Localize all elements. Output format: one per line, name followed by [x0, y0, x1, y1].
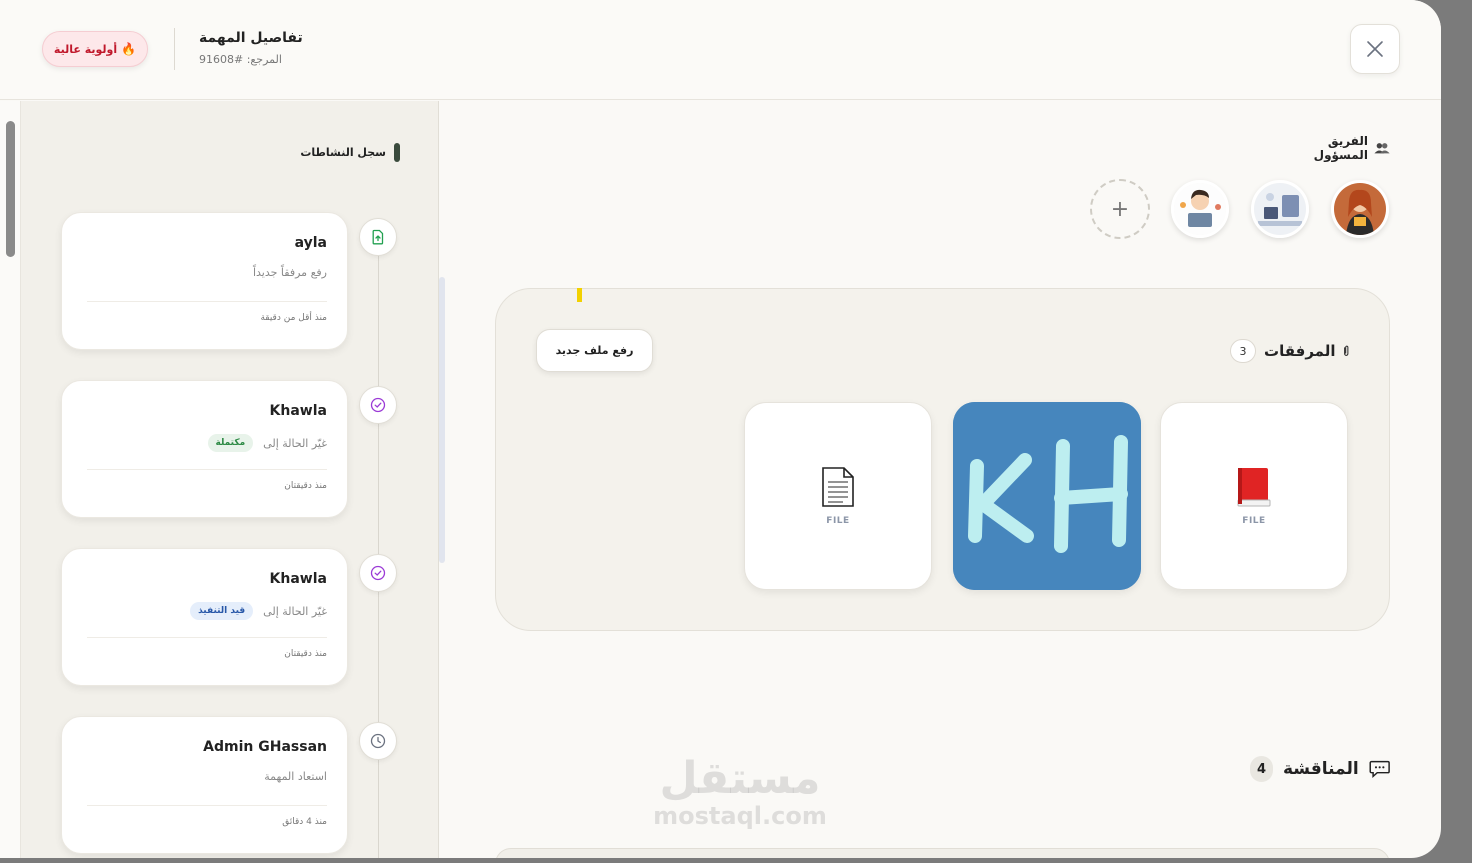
chat-bubble-icon: [1369, 760, 1390, 779]
team-icon: [1374, 143, 1390, 154]
team-section-title: الفريق المسؤول: [1280, 134, 1390, 162]
modal-header: 🔥 أولوية عالية تفاصيل المهمة المرجع: #91…: [0, 0, 1441, 100]
attachment-file[interactable]: FILE: [744, 402, 932, 590]
activity-item: ayla رفع مرفقاً جديداً منذ أقل من دقيقة: [61, 212, 348, 350]
priority-label: أولوية عالية: [53, 42, 118, 56]
clock-icon: [359, 722, 397, 760]
task-reference: المرجع: #91608: [199, 53, 282, 66]
activity-action: استعاد المهمة: [264, 770, 327, 783]
red-book-icon: [1237, 468, 1271, 507]
document-icon: [822, 467, 854, 507]
check-circle-icon: [359, 554, 397, 592]
scrollbar-track[interactable]: [0, 101, 21, 858]
task-details-modal: 🔥 أولوية عالية تفاصيل المهمة المرجع: #91…: [0, 0, 1441, 858]
avatar[interactable]: [1251, 180, 1309, 238]
attachments-title: المرفقات 3: [1230, 338, 1350, 364]
activity-time: منذ 4 دقائق: [282, 817, 327, 827]
page-title: تفاصيل المهمة: [199, 30, 303, 46]
discussion-count: 4: [1250, 756, 1273, 782]
paperclip-icon: [1344, 345, 1349, 356]
activity-item: Khawla غيّر الحالة إلى مكتملة منذ دقيقتا…: [61, 380, 348, 518]
discussion-input-area[interactable]: [495, 848, 1390, 858]
focus-marker: [577, 288, 582, 302]
divider: [87, 637, 327, 638]
file-type-label: FILE: [1242, 516, 1266, 526]
discussion-title: المناقشة 4: [1250, 754, 1390, 784]
watermark-latin: mostaql.com: [653, 802, 827, 830]
activity-action: غيّر الحالة إلى مكتملة: [207, 434, 327, 452]
status-badge: قيد التنفيذ: [190, 602, 254, 620]
activity-user: Khawla: [269, 403, 327, 419]
title-accent-bar: [394, 142, 400, 162]
divider: [87, 469, 327, 470]
activity-user: Admin GHassan: [203, 739, 327, 755]
divider: [87, 805, 327, 806]
content-scrollbar[interactable]: [439, 277, 445, 563]
file-upload-icon: [359, 218, 397, 256]
priority-badge: 🔥 أولوية عالية: [42, 31, 148, 67]
avatar[interactable]: [1331, 180, 1389, 238]
attachment-file[interactable]: FILE: [1160, 402, 1348, 590]
divider: [87, 301, 327, 302]
status-badge: مكتملة: [207, 434, 254, 452]
attachments-label: المرفقات: [1264, 342, 1336, 360]
activity-action-text: استعاد المهمة: [264, 770, 327, 783]
watermark-arabic: مستقل: [659, 753, 821, 804]
header-divider: [174, 28, 175, 70]
timeline-line: [378, 236, 379, 858]
attachment-image[interactable]: [953, 402, 1141, 590]
add-member-button[interactable]: +: [1090, 179, 1150, 239]
scrollbar-thumb[interactable]: [6, 121, 15, 257]
watermark: مستقل mostaql.com: [645, 753, 835, 830]
activity-item: Khawla غيّر الحالة إلى قيد التنفيذ منذ د…: [61, 548, 348, 686]
activity-time: منذ دقيقتان: [284, 649, 327, 659]
close-button[interactable]: [1350, 24, 1400, 74]
activity-action: رفع مرفقاً جديداً: [253, 266, 327, 279]
activity-user: ayla: [294, 235, 327, 251]
kh-logo-image: [953, 402, 1141, 590]
upload-file-button[interactable]: رفع ملف جديد: [536, 329, 653, 372]
activity-title: سجل النشاطات: [290, 142, 400, 162]
team-label: الفريق المسؤول: [1313, 134, 1368, 162]
check-circle-icon: [359, 386, 397, 424]
activity-action: غيّر الحالة إلى قيد التنفيذ: [190, 602, 327, 620]
activity-action-text: رفع مرفقاً جديداً: [252, 266, 327, 279]
activity-item: Admin GHassan استعاد المهمة منذ 4 دقائق: [61, 716, 348, 854]
activity-user: Khawla: [269, 571, 327, 587]
discussion-label: المناقشة: [1282, 759, 1359, 779]
activity-panel: سجل النشاطات ayla رفع مرفقاً جديداً منذ …: [0, 101, 439, 858]
close-icon: [1367, 41, 1383, 57]
file-type-label: FILE: [826, 516, 850, 526]
activity-time: منذ أقل من دقيقة: [260, 313, 327, 323]
activity-time: منذ دقيقتان: [284, 481, 327, 491]
activity-action-text: غيّر الحالة إلى: [263, 604, 327, 618]
attachments-count: 3: [1230, 339, 1256, 363]
fire-icon: 🔥: [121, 42, 137, 56]
activity-title-label: سجل النشاطات: [300, 145, 386, 159]
avatar[interactable]: [1171, 180, 1229, 238]
activity-action-text: غيّر الحالة إلى: [263, 436, 327, 450]
